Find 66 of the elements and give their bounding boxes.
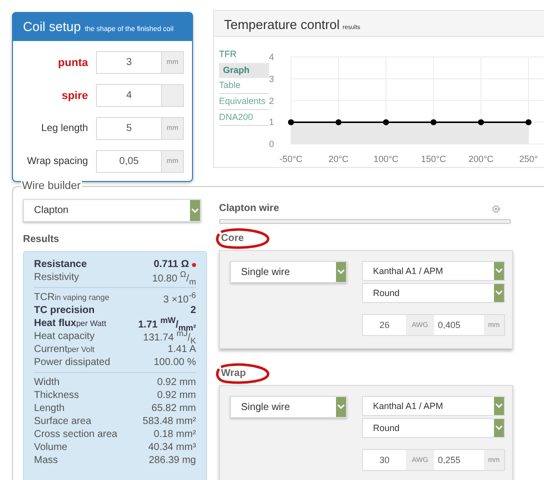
- panel-title: Temperature control: [224, 17, 340, 32]
- section-legend: Wire builder: [21, 180, 82, 192]
- data-point: [383, 119, 389, 126]
- settings-icon[interactable]: [491, 204, 501, 214]
- axis-tick-label: 1: [269, 116, 274, 128]
- result-label: Cross section area: [34, 429, 118, 440]
- result-value: 0.18 mm²: [154, 429, 196, 440]
- axis-tick-label: 0: [269, 138, 274, 150]
- result-label: Thickness: [34, 390, 80, 401]
- axis-tick-label: 3: [269, 72, 274, 85]
- type-dropdown[interactable]: Single wire: [230, 396, 347, 418]
- result-value: 286.39 mg: [148, 455, 196, 466]
- result-label: Currentper Volt: [34, 344, 94, 355]
- section-title: Core: [220, 233, 244, 244]
- result-value: 2: [190, 305, 196, 316]
- axis-tick-label: -50°C: [279, 154, 303, 164]
- result-value: 0.92 mm: [157, 390, 196, 401]
- result-label: Volume: [34, 442, 68, 453]
- result-value: 0.92 mm: [157, 377, 196, 388]
- field-label: Leg length: [41, 123, 88, 134]
- wire-type-dropdown[interactable]: Clapton: [23, 199, 201, 222]
- result-label: Power dissipated: [34, 357, 110, 368]
- card-title: Coil setup: [23, 19, 81, 34]
- result-label: Surface area: [34, 416, 92, 427]
- result-label: Mass: [34, 455, 58, 466]
- data-point: [336, 119, 342, 126]
- result-label: Resistance: [34, 259, 87, 270]
- data-point: [526, 119, 532, 126]
- axis-tick-label: 4: [269, 51, 274, 63]
- shape-dropdown[interactable]: Round: [362, 418, 505, 438]
- menu-heading: TFR: [219, 49, 238, 61]
- result-label: TCRin vaping range: [34, 292, 110, 303]
- result-value: 100.00 %: [154, 357, 196, 368]
- field-label: Wrap spacing: [27, 156, 88, 167]
- axis-tick-label: 2: [269, 94, 274, 106]
- shape-dropdown[interactable]: Round: [362, 283, 505, 303]
- data-point: [288, 119, 294, 126]
- section-title: Wrap: [220, 368, 246, 379]
- result-value: 0.711 Ω: [154, 259, 189, 270]
- input-group[interactable]: 4: [96, 84, 184, 107]
- field-label: spire: [62, 90, 88, 102]
- field-label: punta: [58, 56, 88, 68]
- result-value: 583.48 mm²: [142, 416, 196, 427]
- result-value: 10.80 $^{Ω}$/$_{m}$: [152, 268, 196, 286]
- axis-tick-label: 150°C: [420, 154, 446, 164]
- axis-tick-label: 250°: [519, 154, 538, 164]
- data-point: [478, 119, 484, 126]
- result-label: TC precision: [34, 305, 95, 316]
- result-value: 1.41 A: [168, 344, 196, 355]
- type-dropdown[interactable]: Single wire: [230, 261, 347, 283]
- axis-tick-label: 200°C: [468, 154, 494, 164]
- result-label: Heat fluxper Watt: [34, 318, 106, 329]
- axis-tick-label: 20°C: [328, 154, 349, 164]
- result-value: 65.82 mm: [152, 403, 196, 414]
- result-label: Width: [34, 377, 60, 388]
- result-value: 3 ×10$^{-6}$: [163, 290, 196, 306]
- result-label: Resistivity: [34, 272, 80, 283]
- material-dropdown[interactable]: Kanthal A1 / APM: [362, 261, 505, 281]
- axis-tick-label: 100°C: [373, 154, 399, 164]
- result-value: 40.34 mm³: [148, 442, 196, 453]
- data-point: [430, 119, 436, 126]
- material-dropdown[interactable]: Kanthal A1 / APM: [362, 396, 505, 416]
- results-heading: Results: [23, 234, 60, 245]
- wire-title: Clapton wire: [219, 203, 280, 214]
- result-label: Heat capacity: [34, 331, 95, 342]
- result-label: Length: [34, 403, 65, 414]
